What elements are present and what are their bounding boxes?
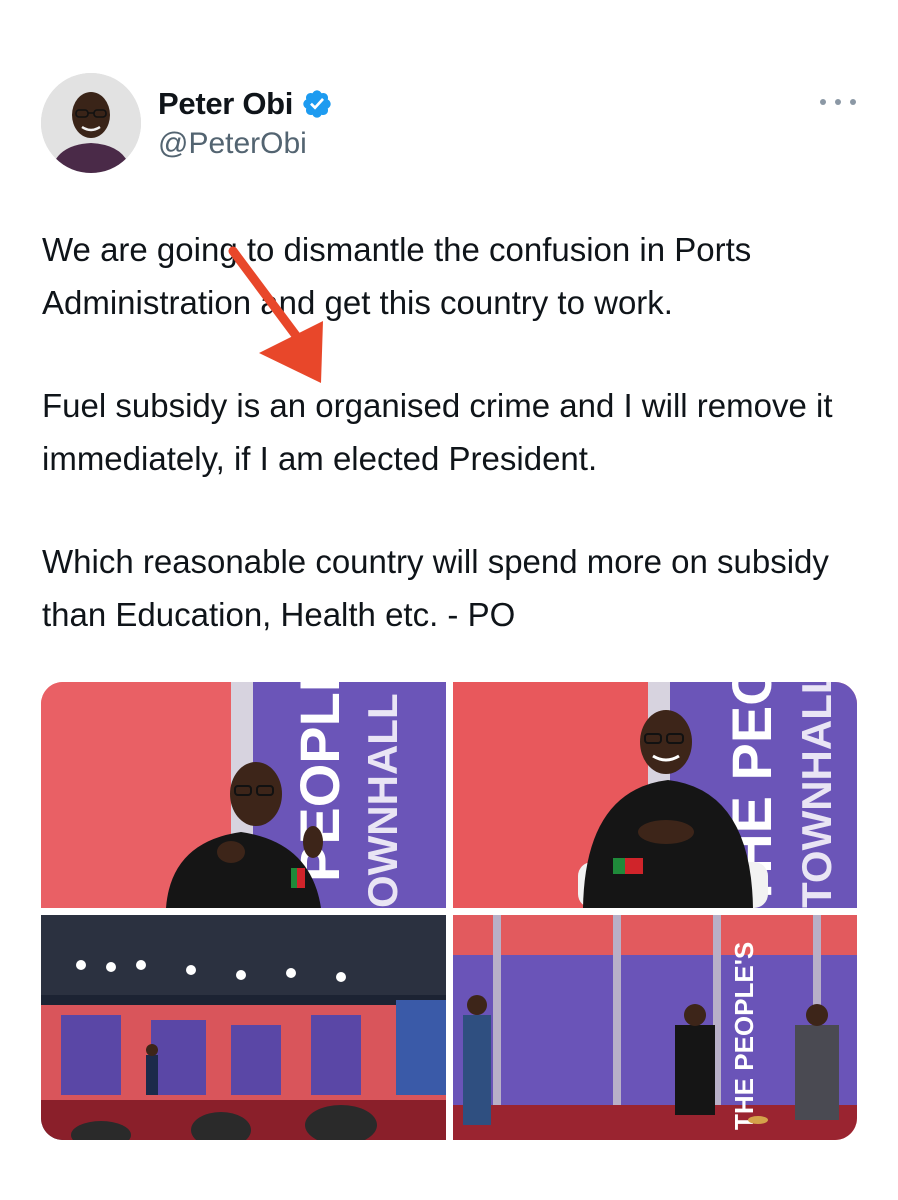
verified-badge-icon — [301, 88, 333, 120]
tweet-text: We are going to dismantle the confusion … — [42, 224, 882, 641]
backdrop-text: TOWNHALL 2023 — [793, 682, 840, 908]
more-horizontal-icon[interactable] — [820, 90, 856, 114]
photo-stage-panel[interactable]: THE PEOPLE'S — [453, 915, 857, 1140]
avatar[interactable] — [41, 73, 141, 173]
display-name[interactable]: Peter Obi — [158, 86, 293, 122]
tweet-paragraph: Fuel subsidy is an organised crime and I… — [42, 387, 833, 477]
photo-speaker-smiling[interactable]: THE PEOPLE'S TOWNHALL 2023 — [453, 682, 857, 908]
author-handle[interactable]: @PeterObi — [158, 127, 307, 161]
author-name-row[interactable]: Peter Obi — [158, 86, 333, 122]
photo-speaker-seated[interactable]: PEOPLE OWNHALL 2023 — [41, 682, 446, 908]
backdrop-text: OWNHALL 2023 — [359, 682, 406, 908]
more-dot — [850, 99, 856, 105]
backdrop-text: THE PEOPLE'S — [729, 942, 759, 1130]
tweet: Peter Obi @PeterObi We are going to dism… — [0, 0, 898, 1200]
more-dot — [820, 99, 826, 105]
tweet-paragraph: We are going to dismantle the confusion … — [42, 231, 752, 321]
more-dot — [835, 99, 841, 105]
tweet-paragraph: Which reasonable country will spend more… — [42, 543, 829, 633]
media-grid: PEOPLE OWNHALL 2023 THE PEOPLE'S TOWNHAL… — [41, 682, 857, 1140]
photo-studio-wide[interactable] — [41, 915, 446, 1140]
